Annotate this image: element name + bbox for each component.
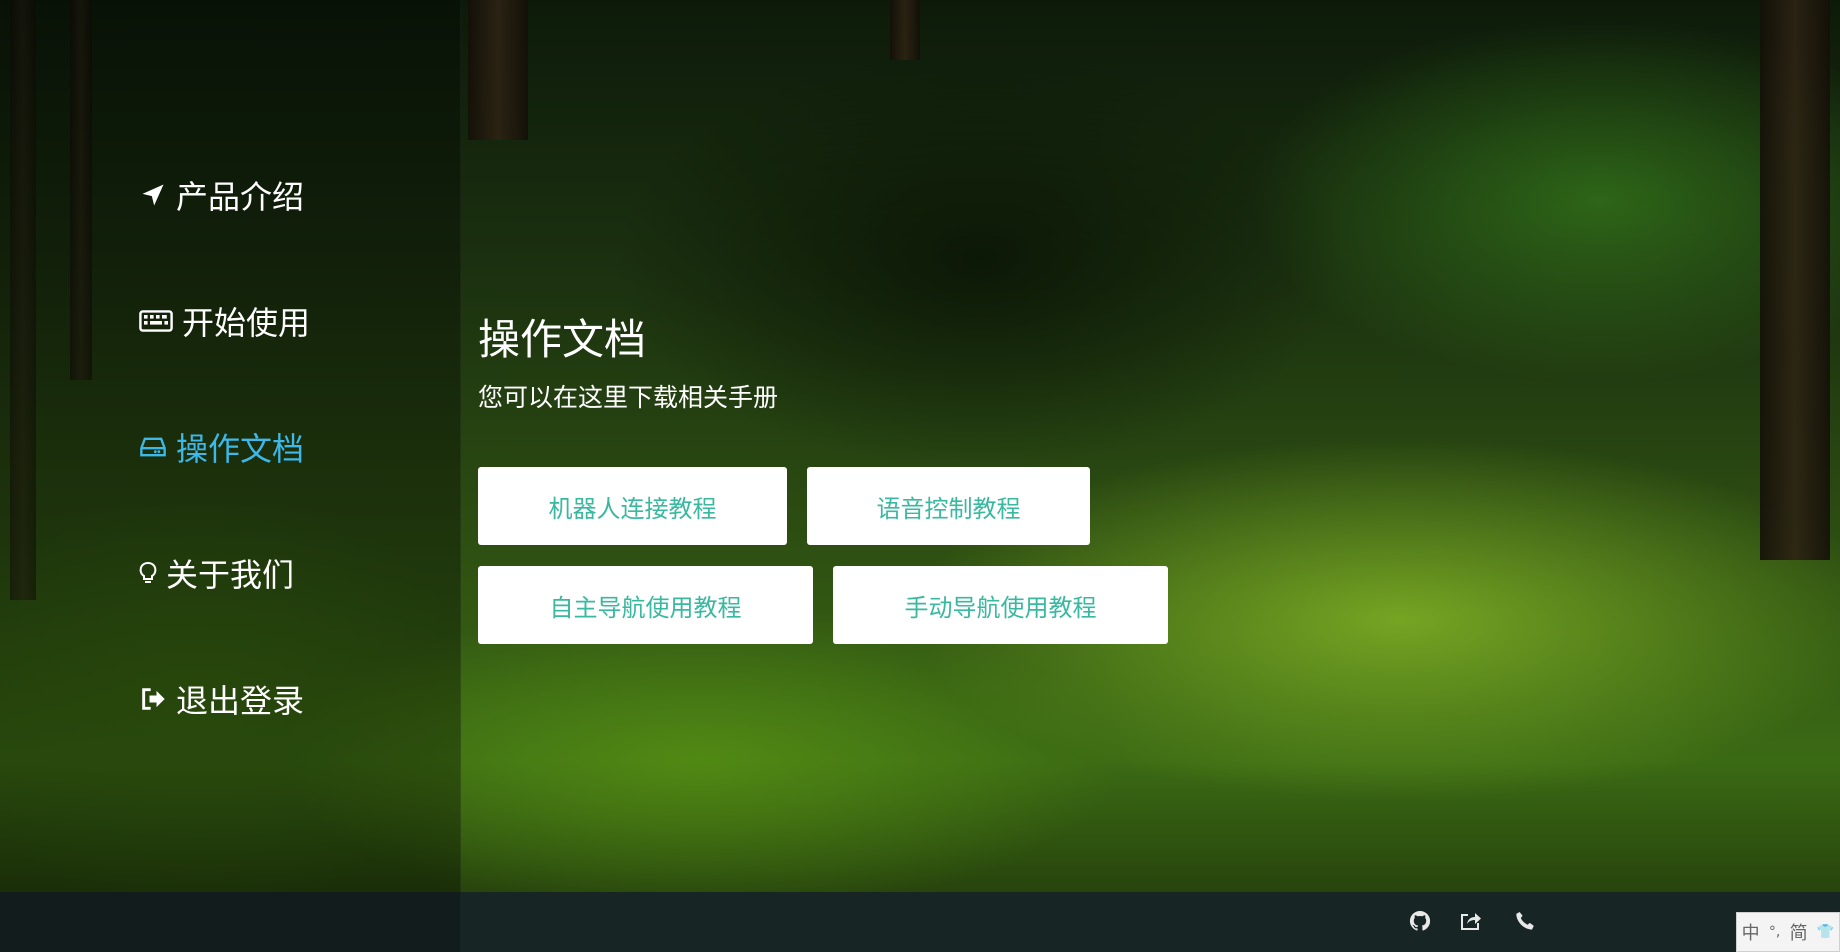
ime-simplified-mode: 简 — [1789, 923, 1808, 944]
sidebar-item-logout[interactable]: 退出登录 — [136, 676, 304, 722]
keyboard-icon — [136, 304, 176, 338]
tree-trunk — [468, 0, 528, 140]
sidebar-item-label: 开始使用 — [182, 304, 311, 342]
sidebar-item-product-intro[interactable]: 产品介绍 — [136, 172, 304, 218]
sidebar-item-about-us[interactable]: 关于我们 — [136, 550, 294, 596]
github-icon[interactable] — [1405, 906, 1435, 936]
ime-chinese-mode: 中 — [1741, 923, 1760, 944]
sidebar-item-label: 退出登录 — [176, 682, 305, 720]
tree-trunk — [1760, 0, 1830, 560]
background-forest-image: 产品介绍 开始使用 操作文档 关于我们 退出登录 操作文档 您可以在这里下载相关… — [0, 0, 1840, 952]
sidebar-item-get-started[interactable]: 开始使用 — [136, 298, 310, 344]
share-icon[interactable] — [1456, 906, 1486, 936]
voice-control-tutorial-button[interactable]: 语音控制教程 — [807, 467, 1090, 545]
sidebar: 产品介绍 开始使用 操作文档 关于我们 退出登录 — [0, 0, 461, 892]
ime-skin-icon: 👕 — [1816, 924, 1835, 940]
tree-trunk — [890, 0, 920, 60]
page-title: 操作文档 — [478, 315, 647, 364]
footer — [0, 892, 1840, 952]
sign-out-icon — [136, 682, 170, 716]
hdd-icon — [136, 430, 170, 464]
sidebar-item-docs[interactable]: 操作文档 — [136, 424, 304, 470]
lightbulb-icon — [136, 556, 160, 590]
page-subtitle: 您可以在这里下载相关手册 — [478, 383, 779, 412]
footer-left-panel — [0, 892, 460, 952]
auto-navigation-tutorial-button[interactable]: 自主导航使用教程 — [478, 566, 813, 644]
sidebar-item-label: 操作文档 — [176, 430, 305, 468]
robot-connection-tutorial-button[interactable]: 机器人连接教程 — [478, 467, 787, 545]
phone-icon[interactable] — [1510, 906, 1540, 936]
sidebar-item-label: 产品介绍 — [176, 178, 305, 216]
ime-punctuation-mode: °, — [1768, 924, 1781, 940]
ime-status-bar[interactable]: 中 °, 简 👕 — [1736, 912, 1840, 952]
sidebar-item-label: 关于我们 — [166, 556, 295, 594]
manual-navigation-tutorial-button[interactable]: 手动导航使用教程 — [833, 566, 1168, 644]
location-arrow-icon — [136, 178, 170, 212]
